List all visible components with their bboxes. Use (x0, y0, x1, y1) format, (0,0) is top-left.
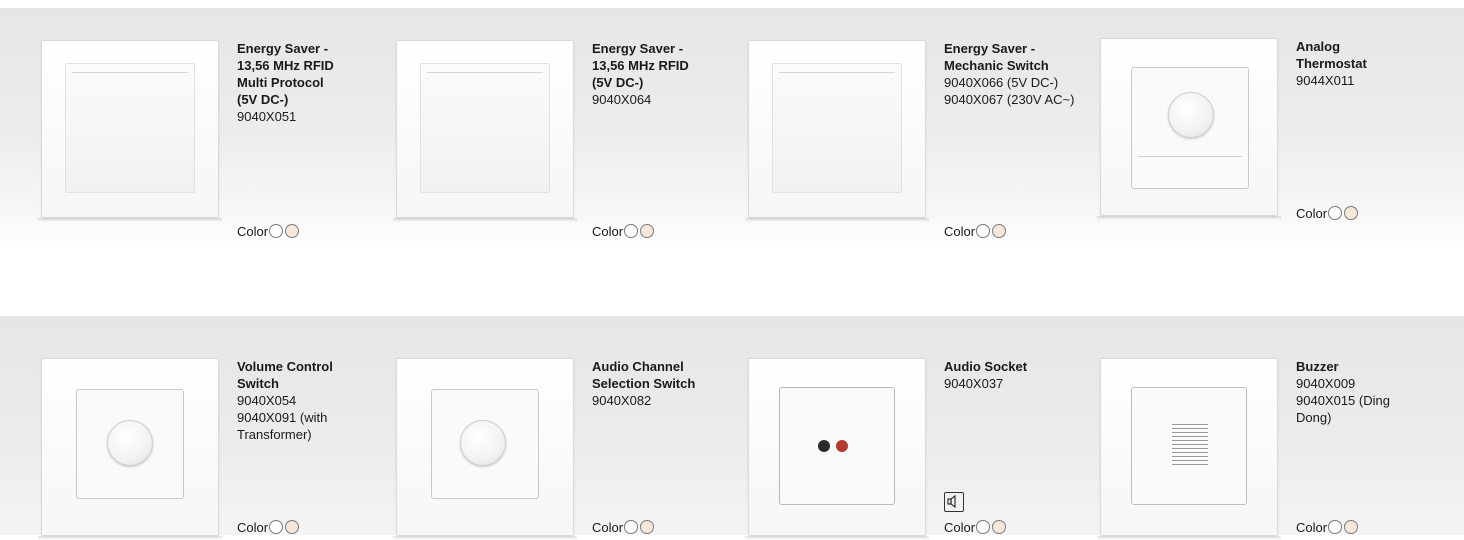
color-swatch-white[interactable] (976, 224, 991, 238)
product-title[interactable]: Volume Control Switch (237, 358, 387, 392)
color-swatch-white[interactable] (1328, 206, 1343, 220)
product-card-volume-control[interactable]: Volume Control Switch 9040X054 9040X091 … (38, 358, 381, 540)
color-swatch-cream[interactable] (640, 520, 655, 534)
product-card-audio-channel-selection[interactable]: Audio Channel Selection Switch 9040X082 … (393, 358, 736, 540)
color-options: Color (592, 222, 655, 240)
product-image[interactable] (38, 40, 222, 222)
grille-line (1172, 424, 1208, 425)
channel-face (431, 389, 539, 499)
grille-line (1172, 436, 1208, 437)
color-label: Color (237, 519, 269, 535)
product-code: 9040X009 9040X015 (Ding Dong) (1296, 376, 1390, 425)
grille-line (1172, 460, 1208, 461)
grille-line (1172, 464, 1208, 465)
black-jack (818, 440, 830, 452)
color-swatch-white[interactable] (269, 520, 284, 534)
product-image[interactable] (1097, 38, 1281, 220)
red-jack (836, 440, 848, 452)
thermostat-face (1131, 67, 1249, 189)
buzzer-face (1131, 387, 1247, 505)
grille-line (1172, 456, 1208, 457)
product-code: 9040X054 9040X091 (with Transformer) (237, 393, 328, 442)
volume-face (76, 389, 184, 499)
product-title[interactable]: Energy Saver - 13,56 MHz RFID (5V DC-) (592, 40, 742, 91)
product-image[interactable] (745, 40, 929, 222)
color-options: Color (237, 518, 300, 536)
color-swatch-cream[interactable] (992, 520, 1007, 534)
color-label: Color (592, 519, 624, 535)
color-options: Color (592, 518, 655, 536)
color-options: Color (1296, 204, 1359, 222)
product-code: 9040X064 (592, 92, 652, 107)
color-swatch-cream[interactable] (285, 224, 300, 238)
socket-face (779, 387, 895, 505)
product-image[interactable] (745, 358, 929, 540)
color-label: Color (944, 223, 976, 239)
product-image[interactable] (38, 358, 222, 540)
product-card-buzzer[interactable]: Buzzer 9040X009 9040X015 (Ding Dong) Col… (1097, 358, 1440, 540)
color-options: Color (944, 222, 1007, 240)
color-swatch-cream[interactable] (992, 224, 1007, 238)
grille-line (1172, 444, 1208, 445)
channel-knob (460, 420, 506, 466)
product-code: 9044X011 (1296, 73, 1355, 88)
color-label: Color (1296, 519, 1328, 535)
color-swatch-white[interactable] (976, 520, 991, 534)
switch-rocker-image (772, 63, 902, 193)
volume-knob (107, 420, 153, 466)
thermostat-divider (1138, 156, 1242, 157)
color-swatch-cream[interactable] (1344, 520, 1359, 534)
grille-line (1172, 440, 1208, 441)
product-title[interactable]: Analog Thermostat (1296, 38, 1446, 72)
product-image[interactable] (393, 40, 577, 222)
color-label: Color (592, 223, 624, 239)
grille-line (1172, 448, 1208, 449)
grille-line (1172, 432, 1208, 433)
color-swatch-white[interactable] (624, 224, 639, 238)
color-label: Color (1296, 205, 1328, 221)
switch-rocker-image (420, 63, 550, 193)
product-image[interactable] (1097, 358, 1281, 540)
product-title[interactable]: Buzzer (1296, 358, 1446, 375)
product-code: 9040X066 (5V DC-) 9040X067 (230V AC~) (944, 75, 1075, 107)
color-label: Color (237, 223, 269, 239)
product-title[interactable]: Audio Socket (944, 358, 1094, 375)
color-swatch-cream[interactable] (1344, 206, 1359, 220)
product-card-analog-thermostat[interactable]: Analog Thermostat 9044X011 Color (1097, 38, 1440, 238)
buzzer-grille (1172, 424, 1208, 465)
product-title[interactable]: Energy Saver - 13,56 MHz RFID Multi Prot… (237, 40, 387, 108)
product-card-energy-saver-rfid[interactable]: Energy Saver - 13,56 MHz RFID (5V DC-) 9… (393, 40, 736, 240)
product-code: 9040X051 (237, 109, 297, 124)
thermostat-knob (1168, 92, 1214, 138)
color-label: Color (944, 519, 976, 535)
grille-line (1172, 428, 1208, 429)
product-image[interactable] (393, 358, 577, 540)
color-swatch-white[interactable] (1328, 520, 1343, 534)
product-card-energy-saver-mechanic[interactable]: Energy Saver - Mechanic Switch 9040X066 … (745, 40, 1088, 240)
color-options: Color (944, 518, 1007, 536)
switch-rocker-image (65, 63, 195, 193)
product-title[interactable]: Energy Saver - Mechanic Switch (944, 40, 1094, 74)
product-code: 9040X037 (944, 376, 1004, 391)
product-code: 9040X082 (592, 393, 652, 408)
grille-line (1172, 452, 1208, 453)
color-swatch-white[interactable] (624, 520, 639, 534)
color-swatch-cream[interactable] (640, 224, 655, 238)
product-card-energy-saver-rfid-multi[interactable]: Energy Saver - 13,56 MHz RFID Multi Prot… (38, 40, 381, 240)
color-options: Color (237, 222, 300, 240)
color-swatch-cream[interactable] (285, 520, 300, 534)
product-title[interactable]: Audio Channel Selection Switch (592, 358, 742, 392)
speaker-icon (944, 492, 964, 512)
color-swatch-white[interactable] (269, 224, 284, 238)
product-card-audio-socket[interactable]: Audio Socket 9040X037 Color (745, 358, 1088, 540)
color-options: Color (1296, 518, 1359, 536)
